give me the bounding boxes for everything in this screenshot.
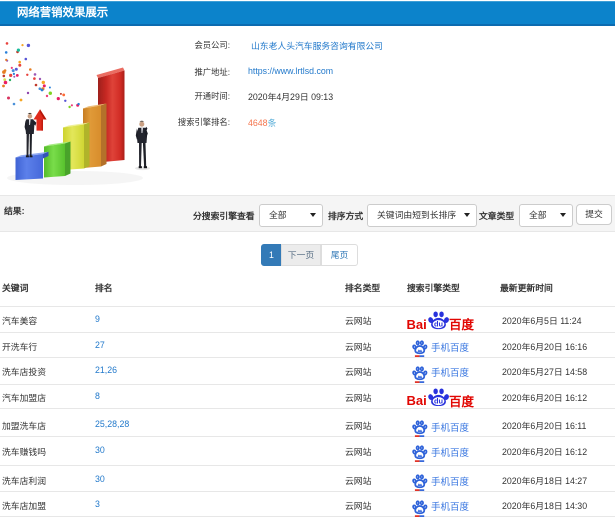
svg-text:du: du bbox=[433, 396, 443, 405]
svg-text:du: du bbox=[433, 320, 443, 329]
